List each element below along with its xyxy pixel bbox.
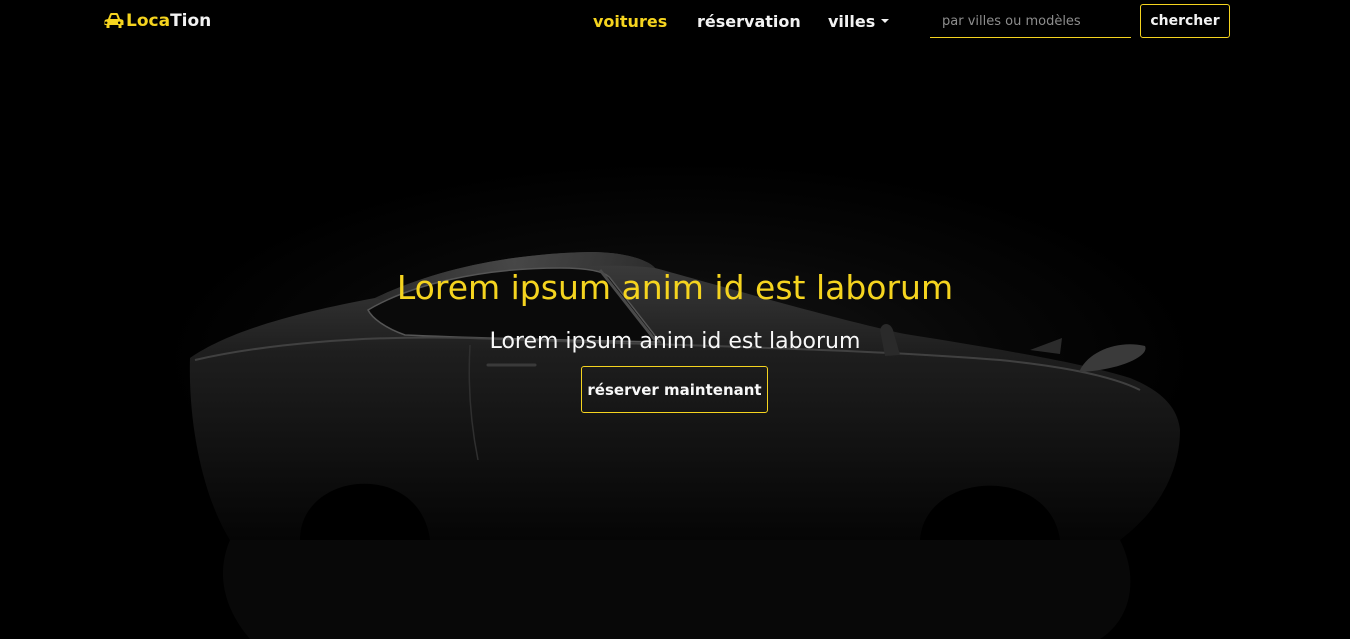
hero-section bbox=[0, 0, 1350, 639]
brand-name-part1: Loca bbox=[126, 11, 171, 31]
brand-name-part2: Tion bbox=[170, 11, 212, 31]
nav-link-reservation[interactable]: réservation bbox=[697, 12, 801, 31]
search-input[interactable] bbox=[930, 5, 1131, 38]
caret-down-icon bbox=[881, 18, 890, 23]
nav-dropdown-villes-label: villes bbox=[828, 12, 876, 31]
reserve-now-button[interactable]: réserver maintenant bbox=[581, 366, 768, 413]
nav-dropdown-villes[interactable]: villes bbox=[828, 12, 890, 31]
search-button[interactable]: chercher bbox=[1140, 4, 1230, 38]
navbar: LocaTion voitures réservation villes che… bbox=[0, 0, 1350, 44]
hero-subtitle: Lorem ipsum anim id est laborum bbox=[489, 329, 861, 354]
nav-link-voitures[interactable]: voitures bbox=[593, 12, 667, 31]
car-icon bbox=[104, 13, 124, 28]
hero-title: Lorem ipsum anim id est laborum bbox=[396, 268, 954, 307]
brand-logo[interactable]: Loca Tion bbox=[104, 11, 211, 31]
hero-car-image bbox=[189, 252, 1181, 639]
